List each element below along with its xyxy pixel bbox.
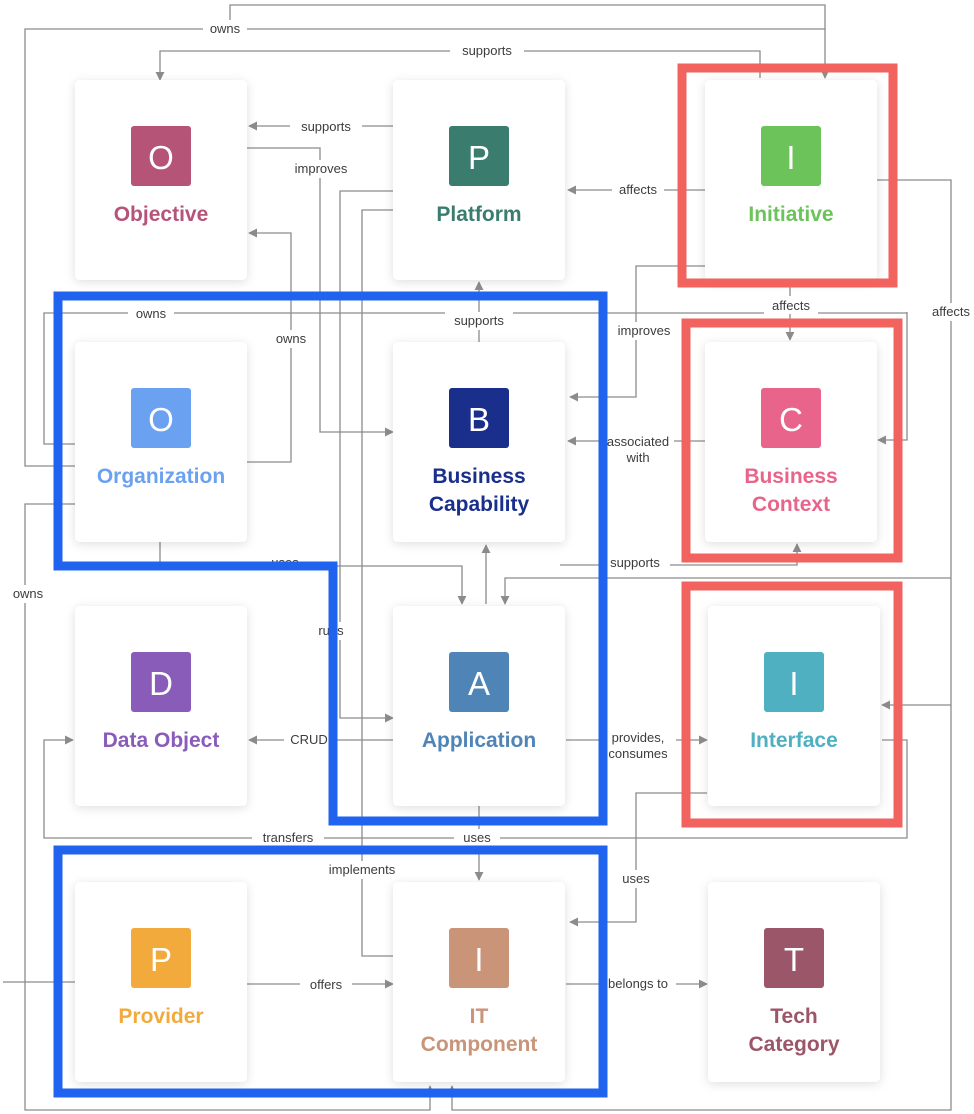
label-owns-objective: owns [276,331,307,346]
label-improves: improves [295,161,348,176]
label-crud: CRUD [290,732,328,747]
label-offers: offers [310,977,343,992]
node-tech-category[interactable]: T Tech Category [708,882,880,1082]
node-title: Context [752,493,830,516]
node-objective[interactable]: O Objective [75,80,247,280]
node-title: Objective [114,203,209,226]
label-implements: implements [329,862,396,877]
node-icon-letter: D [149,665,173,702]
node-title: Platform [436,203,521,226]
node-icon-letter: P [468,139,490,176]
node-title: Capability [429,493,530,516]
label-improves-initiative: improves [618,323,671,338]
label-owns-organization: owns [136,306,167,321]
edge-affects-right [877,179,952,710]
node-provider[interactable]: P Provider [75,882,247,1082]
node-title: Data Object [103,729,220,752]
node-icon-letter: P [150,941,172,978]
node-title: Business [432,465,525,488]
node-icon-letter: B [468,401,490,438]
node-application[interactable]: A Application [393,606,565,806]
node-icon-letter: I [474,941,483,978]
node-icon-letter: I [786,139,795,176]
node-icon-letter: I [789,665,798,702]
node-platform[interactable]: P Platform [393,80,565,280]
label-belongs-to: belongs to [608,976,668,991]
node-business-context[interactable]: C Business Context [705,342,877,542]
edge-top-right [229,4,826,29]
node-title: Business [744,465,837,488]
node-title: Organization [97,465,225,488]
node-title: Provider [118,1005,203,1028]
label-affects-initiative-context: affects [772,298,811,313]
node-data-object[interactable]: D Data Object [75,606,247,806]
node-business-capability[interactable]: B Business Capability [393,342,565,542]
node-icon-letter: A [468,665,490,702]
node-title: Component [421,1033,538,1056]
node-title: Interface [750,729,838,752]
node-interface[interactable]: I Interface [708,606,880,806]
node-cards: O Objective P Platform I Initiative O Organizat… [75,80,880,1082]
node-title: Initiative [748,203,833,226]
label-uses-interface: uses [622,871,650,886]
node-title: Application [422,729,536,752]
label-supports-top: supports [462,43,512,58]
node-organization[interactable]: O Organization [75,342,247,542]
edge-affects-right-context [878,312,908,440]
node-icon-letter: O [148,401,174,438]
label-supports-context: supports [610,555,660,570]
node-icon-letter: T [784,941,804,978]
node-title: Category [748,1033,839,1056]
label-supports-capability-platform: supports [454,313,504,328]
node-title: Tech [770,1005,817,1028]
label-supports-platform-objective: supports [301,119,351,134]
node-icon-letter: C [779,401,803,438]
label-affects-right: affects [932,304,971,319]
label-provides-consumes: provides, consumes [608,730,668,761]
node-icon-letter: O [148,139,174,176]
label-transfers: transfers [263,830,314,845]
node-initiative[interactable]: I Initiative [705,80,877,280]
node-it-component[interactable]: I IT Component [393,882,565,1082]
edge-platform-implements [361,209,393,957]
label-affects-initiative-platform: affects [619,182,658,197]
node-title: IT [470,1005,489,1028]
label-owns-top: owns [210,21,241,36]
label-uses-application: uses [463,830,491,845]
edge-uses-organization [159,542,467,605]
label-owns-left: owns [13,586,44,601]
metamodel-diagram: owns supports supports improves affects … [3,4,971,1111]
edge-owns-left [24,503,75,983]
